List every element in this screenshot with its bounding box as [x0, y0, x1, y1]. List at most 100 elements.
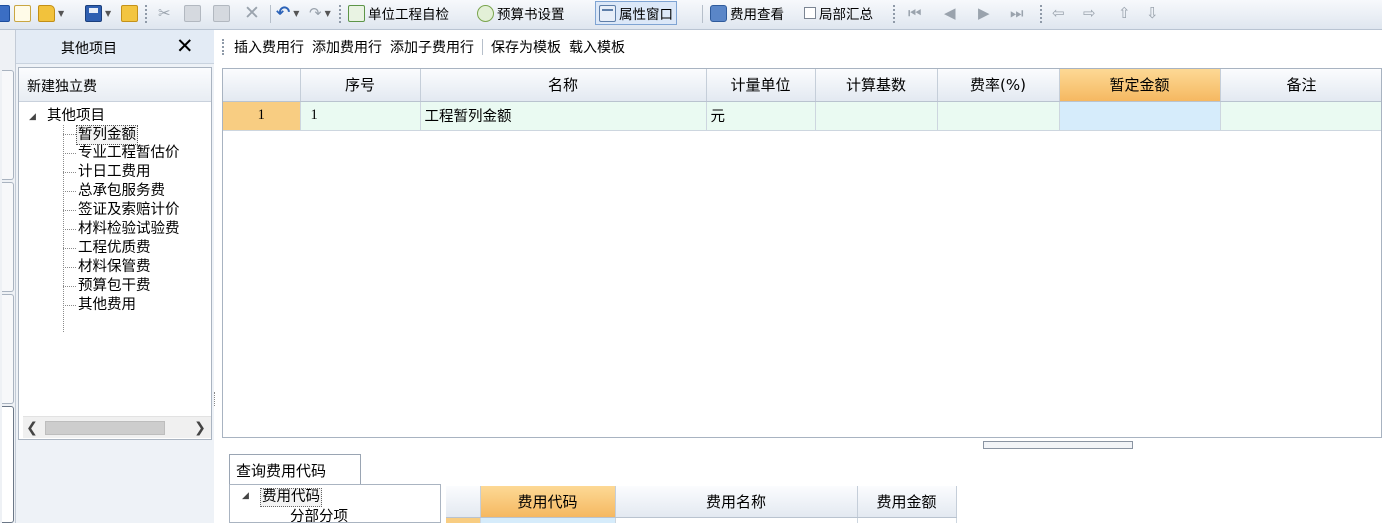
close-icon[interactable]: ✕	[176, 33, 194, 59]
rate-cell[interactable]	[937, 101, 1060, 131]
column-header-rate[interactable]: 费率(%)	[937, 69, 1060, 102]
fee-view-button[interactable]: 费用查看	[710, 0, 784, 26]
tree-root-node[interactable]: 其他项目	[47, 107, 105, 125]
add-fee-row-button[interactable]: 添加费用行	[308, 37, 386, 57]
new-file-button[interactable]	[0, 0, 10, 26]
tree-node-material-testing[interactable]: 材料检验试验费	[78, 220, 180, 238]
paste-icon	[213, 4, 230, 22]
table-row[interactable]	[446, 517, 957, 523]
column-header-fee-code[interactable]: 费用代码	[480, 486, 616, 518]
tree-node-claims[interactable]: 签证及索赔计价	[78, 201, 180, 219]
tree-node-other-fees[interactable]: 其他费用	[78, 296, 136, 314]
tree-node-material-storage[interactable]: 材料保管费	[78, 258, 151, 276]
column-header-provisional-amount[interactable]: 暂定金额	[1059, 69, 1221, 102]
next-record-button[interactable]: ▶	[978, 0, 990, 26]
property-window-button[interactable]: 属性窗口	[595, 1, 677, 25]
scroll-right-icon[interactable]: ❯	[191, 419, 209, 437]
undo-button[interactable]: ↶ ▼	[276, 0, 299, 26]
base-cell[interactable]	[815, 101, 938, 131]
move-down-button[interactable]: ⇩	[1146, 0, 1159, 26]
document-icon	[14, 4, 31, 22]
last-record-button[interactable]: ⏭	[1010, 0, 1024, 26]
tree-node-provisional-sum[interactable]: 暂列金额	[76, 125, 138, 145]
first-record-button[interactable]: ⏮	[908, 0, 922, 26]
amount-cell[interactable]	[1059, 101, 1221, 131]
column-header-unit[interactable]: 计量单位	[706, 69, 816, 102]
column-header-fee-amount[interactable]: 费用金额	[857, 486, 957, 518]
project-tree: ◢ 其他项目 暂列金额 专业工程暂估价 计日工费用 总承包服务费 签证及索赔计价…	[19, 102, 211, 402]
redo-button[interactable]: ↷ ▼	[309, 0, 331, 26]
column-header-name[interactable]: 名称	[420, 69, 707, 102]
toolbar-grip	[1040, 5, 1042, 23]
fee-code-grid-container: 费用代码 费用名称 费用金额	[446, 486, 1382, 523]
tree-node-quality-fee[interactable]: 工程优质费	[78, 239, 151, 257]
vertical-tab-1[interactable]	[2, 70, 14, 180]
cut-button[interactable]: ✂	[158, 0, 171, 26]
arrow-down-icon: ⇩	[1146, 4, 1159, 22]
name-cell[interactable]: 工程暂列金额	[420, 101, 707, 131]
unit-check-button[interactable]: 单位工程自检	[348, 0, 449, 26]
row-number-header[interactable]	[223, 69, 301, 102]
folder-button[interactable]	[121, 0, 138, 26]
first-icon: ⏮	[908, 4, 922, 22]
note-cell[interactable]	[1220, 101, 1381, 131]
horizontal-scrollbar[interactable]: ❮ ❯	[23, 416, 211, 438]
tree-connector	[63, 286, 76, 287]
tree-node-daywork[interactable]: 计日工费用	[78, 163, 151, 181]
insert-fee-row-button[interactable]: 插入费用行	[230, 37, 308, 57]
tree-node-fee-code[interactable]: 费用代码	[260, 488, 322, 507]
vertical-tab-3[interactable]	[2, 294, 14, 404]
row-number-cell[interactable]: 1	[223, 101, 301, 131]
save-as-template-button[interactable]: 保存为模板	[487, 37, 565, 57]
unit-cell[interactable]: 元	[706, 101, 816, 131]
open-button[interactable]: ▼	[38, 0, 64, 26]
tree-node-specialty-estimate[interactable]: 专业工程暂估价	[78, 144, 180, 162]
previous-record-button[interactable]: ◀	[944, 0, 956, 26]
add-child-fee-row-button[interactable]: 添加子费用行	[386, 37, 478, 57]
load-template-button[interactable]: 载入模板	[565, 37, 629, 57]
seq-cell[interactable]: 1	[300, 101, 421, 131]
tree-connector	[63, 191, 76, 192]
column-header-seq[interactable]: 序号	[300, 69, 421, 102]
vertical-tab-4[interactable]	[2, 406, 14, 523]
move-up-button[interactable]: ⇧	[1118, 0, 1131, 26]
tree-connector	[63, 134, 76, 135]
column-header-note[interactable]: 备注	[1220, 69, 1381, 102]
toolbar-grip	[893, 5, 895, 23]
scroll-left-icon[interactable]: ❮	[23, 419, 41, 437]
tree-node-lump-sum[interactable]: 预算包干费	[78, 277, 151, 295]
tree-node-section-items[interactable]: 分部分项	[290, 509, 348, 522]
scrollbar-thumb[interactable]	[45, 421, 165, 435]
budget-settings-button[interactable]: 预算书设置	[477, 0, 565, 26]
new-document-button[interactable]	[14, 0, 31, 26]
fee-name-cell[interactable]	[615, 517, 858, 523]
move-left-button[interactable]: ⇦	[1052, 0, 1065, 26]
dropdown-arrow-icon: ▼	[105, 8, 112, 18]
vertical-splitter[interactable]	[214, 392, 219, 406]
fee-code-grid: 费用代码 费用名称 费用金额	[446, 486, 957, 523]
toolbar-separator	[270, 5, 271, 23]
fee-view-label: 费用查看	[730, 7, 784, 23]
row-number-header[interactable]	[446, 486, 481, 518]
column-header-fee-name[interactable]: 费用名称	[615, 486, 858, 518]
tree-expand-icon[interactable]: ◢	[242, 491, 249, 501]
fee-code-cell[interactable]	[480, 517, 616, 523]
horizontal-splitter-handle[interactable]	[983, 441, 1133, 449]
delete-icon: ✕	[244, 2, 260, 24]
paste-button[interactable]	[213, 0, 230, 26]
fee-amount-cell[interactable]	[857, 517, 957, 523]
tree-expand-icon[interactable]: ◢	[29, 112, 36, 122]
save-button[interactable]: ▼	[85, 0, 111, 26]
delete-button[interactable]: ✕	[244, 0, 260, 26]
column-header-base[interactable]: 计算基数	[815, 69, 938, 102]
copy-icon	[184, 4, 201, 22]
vertical-tab-2[interactable]	[2, 182, 14, 292]
copy-button[interactable]	[184, 0, 201, 26]
table-row[interactable]: 1 1 工程暂列金额 元	[223, 101, 1381, 131]
move-right-button[interactable]: ⇨	[1083, 0, 1096, 26]
new-independent-fee-button[interactable]: 新建独立费	[19, 68, 211, 102]
row-number-cell[interactable]	[446, 517, 481, 523]
tree-node-contractor-service[interactable]: 总承包服务费	[78, 182, 165, 200]
tab-query-fee-code[interactable]: 查询费用代码	[229, 454, 361, 484]
partial-summary-checkbox[interactable]: 局部汇总	[804, 0, 873, 26]
